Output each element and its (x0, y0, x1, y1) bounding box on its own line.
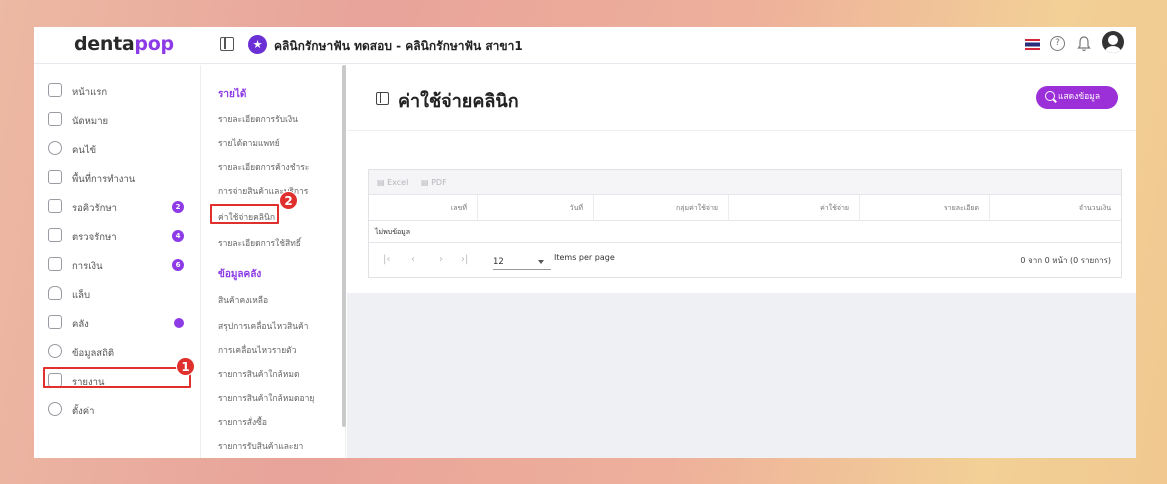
sidebar-item-lab[interactable]: แล็บ (44, 282, 192, 306)
home-icon (48, 83, 62, 97)
finance-count-badge: 6 (172, 259, 184, 271)
column-header[interactable]: เลขที่ (369, 195, 478, 221)
sidebar-item-label: ตั้งค่า (72, 406, 95, 417)
search-icon (1045, 91, 1055, 101)
sidebar-item-workspace[interactable]: พื้นที่การทำงาน (44, 166, 192, 190)
chevron-down-icon[interactable] (538, 260, 544, 264)
excel-label: Excel (387, 178, 409, 187)
inventory-icon (48, 315, 62, 329)
main-panel: ค่าใช้จ่ายคลินิก แสดงข้อมูล ▤ Excel ▤ PD… (347, 65, 1136, 293)
workspace-icon (48, 170, 62, 184)
inventory-dot-badge (174, 318, 184, 328)
column-header[interactable]: ค่าใช้จ่าย (729, 195, 860, 221)
dentapop-logo[interactable]: dentapop (74, 33, 174, 55)
submenu-link[interactable]: การเคลื่อนไหวรายตัว (218, 343, 296, 357)
help-icon[interactable]: ? (1050, 36, 1065, 51)
items-per-page-label: Items per page (554, 253, 615, 262)
sidebar-item-label: รอคิวรักษา (72, 203, 117, 214)
sidebar-item-label: คนไข้ (72, 145, 97, 156)
sidebar-item-label: ตรวจรักษา (72, 232, 117, 243)
sidebar-item-finance[interactable]: การเงิน 6 (44, 253, 192, 277)
sidebar-item-label: พื้นที่การทำงาน (72, 174, 136, 185)
sidebar-item-label: หน้าแรก (72, 87, 108, 98)
submenu-link[interactable]: รายการสินค้าใกล้หมดอายุ (218, 391, 314, 405)
money-icon (48, 257, 62, 271)
pdf-label: PDF (431, 178, 447, 187)
sidebar-item-label: ข้อมูลสถิติ (72, 348, 115, 359)
sidebar-item-label: คลัง (72, 319, 89, 330)
column-header[interactable]: วันที่ (478, 195, 594, 221)
chair-icon (48, 199, 62, 213)
excel-export-button[interactable]: ▤ Excel (377, 178, 408, 187)
first-page-icon[interactable]: |‹ (383, 254, 390, 265)
treatment-count-badge: 4 (172, 230, 184, 242)
annotation-step-1: 1 (176, 357, 195, 376)
annotation-box-clinic-expense (210, 204, 279, 224)
page-header: ค่าใช้จ่ายคลินิก แสดงข้อมูล (347, 65, 1136, 131)
user-icon (48, 141, 62, 155)
submenu-link[interactable]: รายการสั่งซื้อ (218, 415, 267, 429)
treatment-icon (48, 228, 62, 242)
queue-count-badge: 2 (172, 201, 184, 213)
calendar-icon (48, 112, 62, 126)
stats-icon (48, 344, 62, 358)
submenu-link[interactable]: สรุปการเคลื่อนไหวสินค้า (218, 319, 308, 333)
export-bar: ▤ Excel ▤ PDF (369, 170, 1121, 195)
sidebar-item-patients[interactable]: คนไข้ (44, 137, 192, 161)
show-data-button-label: แสดงข้อมูล (1058, 92, 1101, 102)
submenu-scrollbar[interactable] (342, 65, 346, 427)
top-bar: dentapop ★ คลินิกรักษาฟัน ทดสอบ - คลินิก… (34, 27, 1136, 64)
submenu-link[interactable]: รายละเอียดการรับเงิน (218, 112, 298, 126)
sidebar-item-stats[interactable]: ข้อมูลสถิติ (44, 340, 192, 364)
sidebar-item-label: การเงิน (72, 261, 103, 272)
gear-icon (48, 402, 62, 416)
prev-page-icon[interactable]: ‹ (411, 254, 415, 265)
submenu-link[interactable]: รายละเอียดการใช้สิทธิ์ (218, 236, 301, 250)
submenu-link[interactable]: รายการสินค้าใกล้หมด (218, 367, 300, 381)
pdf-export-button[interactable]: ▤ PDF (421, 178, 447, 187)
table-header: เลขที่ วันที่ กลุ่มค่าใช้จ่าย ค่าใช้จ่าย… (369, 195, 1121, 221)
section-income: รายได้ (218, 89, 247, 100)
page-range-text: 0 จาก 0 หน้า (0 รายการ) (1020, 256, 1111, 265)
panel-icon (376, 92, 389, 105)
sidebar-item-label: นัดหมาย (72, 116, 109, 127)
clinic-selector[interactable]: คลินิกรักษาฟัน ทดสอบ - คลินิกรักษาฟัน สา… (274, 37, 523, 56)
column-header[interactable]: รายละเอียด (860, 195, 990, 221)
annotation-step-2: 2 (279, 191, 298, 210)
avatar[interactable] (1102, 31, 1124, 53)
sidebar-toggle-icon[interactable] (220, 37, 234, 51)
submenu-link[interactable]: รายการรับสินค้าและยา (218, 439, 303, 453)
app-window: dentapop ★ คลินิกรักษาฟัน ทดสอบ - คลินิก… (34, 27, 1136, 458)
main-content: ค่าใช้จ่ายคลินิก แสดงข้อมูล ▤ Excel ▤ PD… (347, 65, 1136, 458)
column-header[interactable]: กลุ่มค่าใช้จ่าย (594, 195, 729, 221)
logo-text-accent: pop (134, 33, 174, 55)
bell-icon[interactable] (1077, 35, 1091, 52)
submenu-link[interactable]: รายละเอียดการค้างชำระ (218, 160, 309, 174)
column-header[interactable]: จำนวนเงิน (990, 195, 1121, 221)
sidebar-item-treatment[interactable]: ตรวจรักษา 4 (44, 224, 192, 248)
sidebar-item-settings[interactable]: ตั้งค่า (44, 398, 192, 422)
clinic-star-icon: ★ (248, 35, 267, 54)
sidebar-item-label: แล็บ (72, 290, 90, 301)
thai-flag-icon[interactable] (1025, 39, 1040, 50)
show-data-button[interactable]: แสดงข้อมูล (1036, 86, 1118, 109)
logo-text-main: denta (74, 33, 135, 55)
last-page-icon[interactable]: ›| (461, 254, 468, 265)
submenu-link[interactable]: สินค้าคงเหลือ (218, 293, 268, 307)
sidebar-item-inventory[interactable]: คลัง (44, 311, 192, 335)
sidebar-item-queue[interactable]: รอคิวรักษา 2 (44, 195, 192, 219)
annotation-box-reports (43, 367, 191, 388)
report-submenu: รายได้ รายละเอียดการรับเงิน รายได้ตามแพท… (202, 65, 346, 458)
section-stock: ข้อมูลคลัง (218, 269, 262, 280)
submenu-link[interactable]: รายได้ตามแพทย์ (218, 136, 280, 150)
paginator: |‹ ‹ › ›| 12 Items per page 0 จาก 0 หน้า… (369, 243, 1121, 277)
sidebar-item-home[interactable]: หน้าแรก (44, 79, 192, 103)
page-title: ค่าใช้จ่ายคลินิก (398, 91, 519, 112)
next-page-icon[interactable]: › (439, 254, 443, 265)
table-empty-row: ไม่พบข้อมูล (369, 221, 1121, 243)
tooth-icon (48, 286, 62, 300)
main-sidebar: หน้าแรก นัดหมาย คนไข้ พื้นที่การทำงาน รอ… (34, 65, 201, 458)
sidebar-item-appointments[interactable]: นัดหมาย (44, 108, 192, 132)
expense-table: ▤ Excel ▤ PDF เลขที่ วันที่ กลุ่มค่าใช้จ… (368, 169, 1122, 278)
